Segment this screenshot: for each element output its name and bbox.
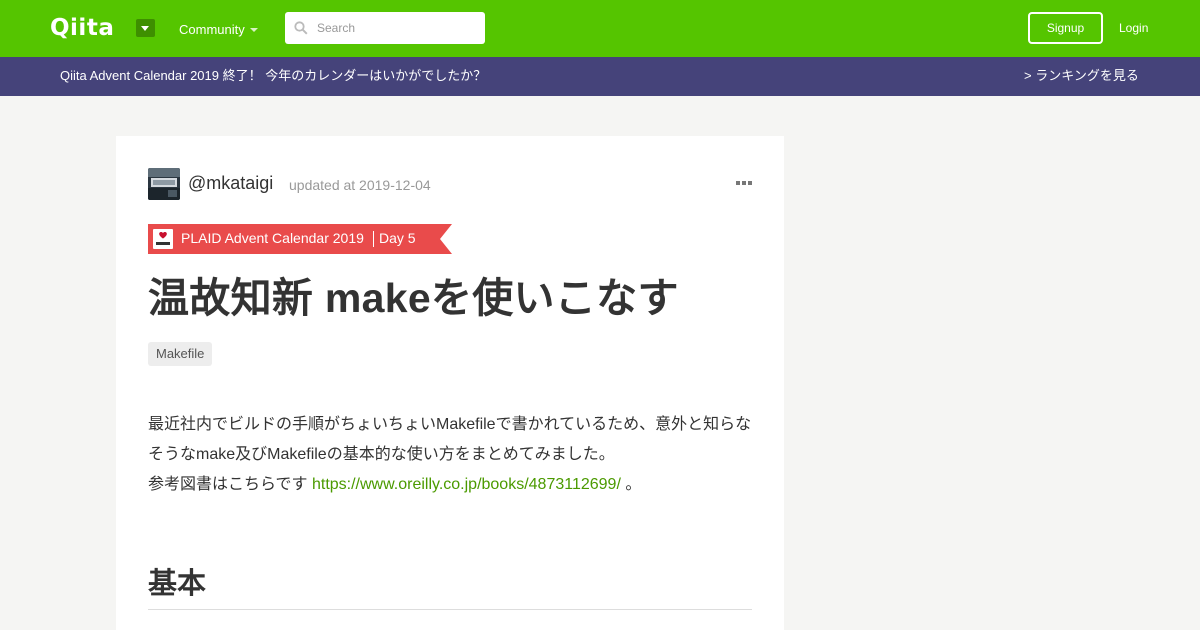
avatar-image xyxy=(148,168,180,200)
logo-menu-icon[interactable] xyxy=(136,19,155,37)
article-title: 温故知新 makeを使いこなす xyxy=(148,275,679,321)
community-menu[interactable]: Community xyxy=(179,22,245,38)
advent-calendar-ribbon[interactable]: PLAID Advent Calendar 2019 Day 5 xyxy=(148,224,452,254)
banner-text[interactable]: Qiita Advent Calendar 2019 終了！ 今年のカレンダーは… xyxy=(60,68,486,84)
tag-makefile[interactable]: Makefile xyxy=(148,342,213,366)
global-header: Qiita Community Signup Login xyxy=(0,0,1200,57)
paragraph-line: そうなmake及びMakefileの基本的な使い方をまとめてみました。 xyxy=(148,446,615,463)
paragraph-line: 最近社内でビルドの手順がちょいちょいMakefileで書かれているため、意外と知… xyxy=(148,416,752,433)
reference-suffix: 。 xyxy=(620,476,642,493)
search-icon xyxy=(294,21,308,35)
article-card: @mkataigi updated at 2019-12-04 PLAID Ad… xyxy=(116,136,784,630)
advent-calendar-banner: Qiita Advent Calendar 2019 終了！ 今年のカレンダーは… xyxy=(0,57,1200,96)
plaid-logo-icon xyxy=(153,229,173,249)
search-box[interactable] xyxy=(285,12,485,44)
calendar-day: Day 5 xyxy=(379,230,416,246)
avatar[interactable] xyxy=(148,168,180,200)
logo-text: Qiita xyxy=(50,15,115,41)
author-name[interactable]: @mkataigi xyxy=(188,173,273,193)
ranking-link[interactable]: > ランキングを見る xyxy=(1024,68,1139,84)
signup-button[interactable]: Signup xyxy=(1028,12,1103,44)
caret-down-icon xyxy=(250,28,258,32)
heading-divider xyxy=(148,609,752,610)
ribbon-separator xyxy=(373,231,374,247)
section-heading: 基本 xyxy=(148,568,207,600)
qiita-logo[interactable]: Qiita xyxy=(50,15,114,41)
more-icon[interactable] xyxy=(736,180,752,186)
reference-link[interactable]: https://www.oreilly.co.jp/books/48731126… xyxy=(312,476,621,493)
calendar-title: PLAID Advent Calendar 2019 xyxy=(181,230,364,246)
updated-date: updated at 2019-12-04 xyxy=(289,177,431,193)
paragraph-line-reference: 参考図書はこちらです https://www.oreilly.co.jp/boo… xyxy=(148,472,754,502)
reference-prefix: 参考図書はこちらです xyxy=(148,476,312,493)
article-body: 最近社内でビルドの手順がちょいちょいMakefileで書かれているため、意外と知… xyxy=(148,412,754,502)
login-link[interactable]: Login xyxy=(1119,20,1148,36)
search-input[interactable] xyxy=(317,12,477,44)
